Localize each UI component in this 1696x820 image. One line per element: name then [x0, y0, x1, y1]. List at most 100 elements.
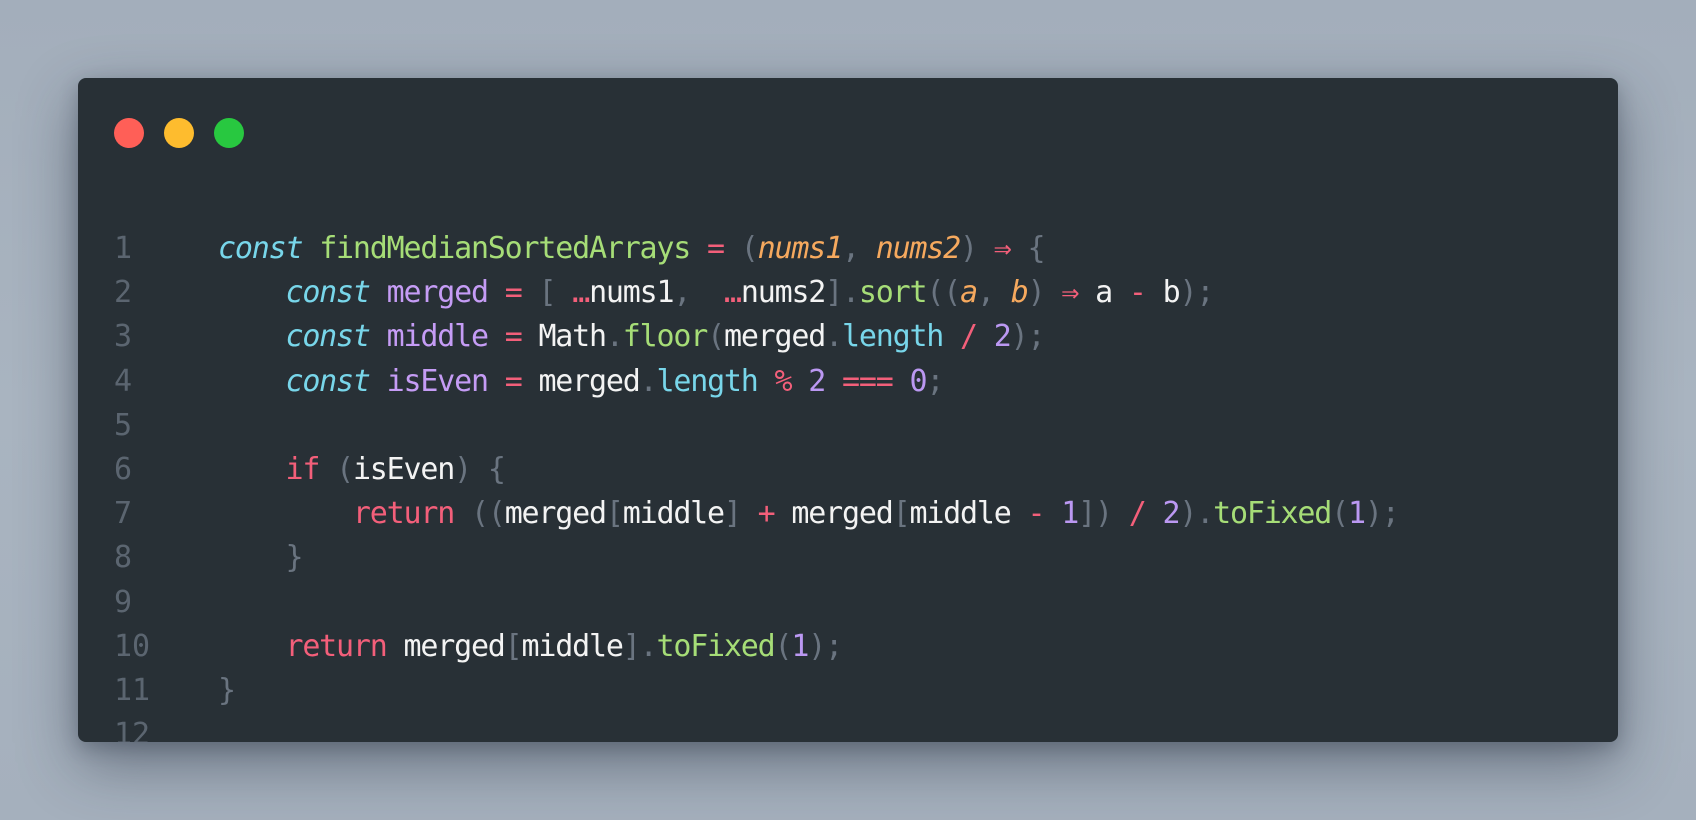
line-number: 8 [114, 540, 133, 576]
code-token: isEven [386, 363, 489, 399]
code-token: merged [538, 363, 640, 399]
code-token: return [352, 496, 455, 532]
code-text: const middle = Math.floor(merged.length … [218, 315, 1046, 359]
code-token: nums1 [589, 275, 675, 311]
code-token: ); [1010, 319, 1046, 355]
code-token: 2 [1162, 496, 1180, 532]
code-token: b [1010, 275, 1029, 311]
code-token: sort [858, 275, 928, 311]
code-token: b [1162, 275, 1181, 311]
code-token: ( [1331, 496, 1349, 532]
code-token: ) [960, 231, 978, 266]
code-token: merged [791, 496, 893, 532]
code-token: length [656, 363, 758, 399]
code-token: findMedianSortedArrays [319, 231, 691, 266]
line-number: 4 [114, 363, 133, 399]
code-token: ) [1027, 275, 1046, 311]
code-token: ]) [1078, 496, 1113, 532]
line-number: 10 [114, 628, 151, 664]
code-token: ); [1179, 275, 1214, 311]
line-number: 12 [114, 717, 151, 742]
code-text: const findMedianSortedArrays = (nums1, n… [218, 227, 1046, 271]
code-token: length [842, 319, 944, 355]
code-token: . [639, 628, 658, 664]
code-token: ( [740, 231, 759, 266]
line-number: 2 [114, 275, 133, 311]
code-token: . [842, 275, 860, 311]
code-text: if (isEven) { [218, 448, 505, 492]
code-token: = [504, 363, 523, 399]
code-token: … [572, 275, 590, 311]
code-token: + [757, 496, 776, 532]
minimize-button[interactable] [164, 118, 194, 148]
code-token: ); [808, 628, 843, 664]
line-number: 3 [114, 319, 133, 355]
code-token: ) [454, 452, 472, 487]
code-token: nums2 [875, 231, 962, 266]
code-token: a [960, 275, 978, 311]
code-text: return ((merged[middle] + merged[middle … [218, 492, 1400, 536]
code-token: { [487, 452, 506, 487]
code-token: return [285, 628, 387, 664]
code-token: ( [336, 452, 354, 487]
line-number: 9 [114, 584, 133, 620]
code-token: . [639, 363, 658, 399]
code-token: middle [386, 319, 489, 355]
code-token: ⇒ [1061, 275, 1079, 311]
close-button[interactable] [114, 118, 144, 148]
code-token: / [960, 319, 978, 355]
code-token: , [976, 275, 1011, 311]
code-token: ] [723, 496, 742, 532]
maximize-button[interactable] [214, 118, 244, 148]
code-text: const isEven = merged.length % 2 === 0; [218, 360, 944, 404]
code-token: ; [926, 363, 944, 399]
code-token: [ [605, 496, 624, 532]
code-token: Math [538, 319, 607, 355]
code-token: 1 [1348, 496, 1366, 532]
line-number: 6 [114, 452, 133, 487]
code-token: . [1196, 496, 1214, 532]
code-token: merged [403, 628, 506, 664]
code-token: 2 [993, 319, 1012, 355]
code-window: 1 const findMedianSortedArrays = (nums1, … [78, 78, 1618, 742]
code-token: ] [825, 275, 843, 311]
code-token: / [1128, 496, 1147, 532]
code-token: { [1027, 231, 1046, 266]
code-text: } [218, 536, 303, 580]
code-token: } [285, 540, 303, 576]
code-token: . [825, 319, 843, 355]
code-token: isEven [352, 452, 455, 487]
code-token: [ [892, 496, 911, 532]
line-number: 1 [114, 231, 133, 266]
code-token: % [774, 363, 793, 399]
code-token: const [285, 275, 371, 311]
code-text: return merged[middle].toFixed(1); [218, 625, 843, 669]
code-token: [ [538, 275, 556, 311]
